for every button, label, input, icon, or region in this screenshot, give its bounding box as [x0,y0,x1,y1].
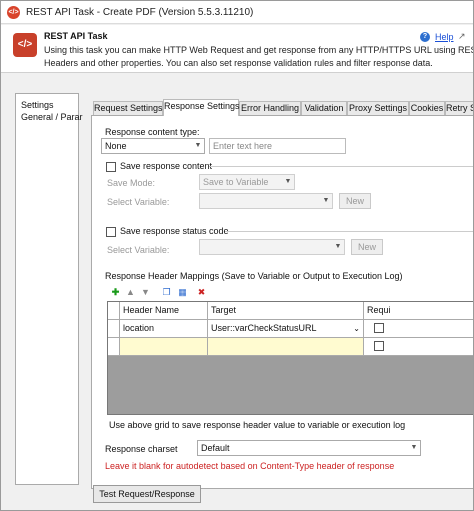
help-link[interactable]: Help [435,32,454,42]
test-request-button[interactable]: Test Request/Response [93,485,201,503]
grid-cell-header-name-new[interactable] [120,338,208,356]
required-checkbox[interactable] [374,323,384,333]
charset-hint: Leave it blank for autodetect based on C… [105,461,395,471]
group-divider [209,166,473,167]
grid-cell-required [364,320,473,338]
tab-validation[interactable]: Validation [301,101,347,115]
save-mode-value: Save to Variable [203,177,269,187]
rest-api-icon: </> [13,33,37,57]
content-type-label: Response content type: [105,127,200,137]
tab-error-handling[interactable]: Error Handling [239,101,301,115]
charset-value: Default [201,443,230,453]
new-status-variable-button[interactable]: New [351,239,383,255]
chevron-down-icon: ⌄ [353,324,360,333]
charset-label: Response charset [105,444,178,454]
tab-cookies[interactable]: Cookies [409,101,445,115]
header-mappings-label: Response Header Mappings (Save to Variab… [105,271,403,281]
grid-corner [108,302,120,320]
chevron-down-icon: ▼ [322,197,330,204]
charset-select[interactable]: Default ▼ [197,440,421,456]
save-status-code-label: Save response status code [120,226,229,236]
window-title: REST API Task - Create PDF (Version 5.5.… [26,7,254,18]
row-selector[interactable] [108,338,120,356]
target-value: User::varCheckStatusURL [211,323,317,333]
grid-cell-target-new[interactable] [208,338,364,356]
chevron-down-icon: ▼ [284,178,292,185]
required-checkbox[interactable] [374,341,384,351]
column-required[interactable]: Requi [364,302,473,320]
chevron-down-icon: ▼ [410,444,418,451]
content-type-select[interactable]: None ▼ [101,138,205,154]
select-variable-label-2: Select Variable: [107,245,170,255]
tab-retry-settings[interactable]: Retry S [445,101,473,115]
task-title: REST API Task [44,31,108,41]
delete-row-icon[interactable]: ✖ [196,287,207,298]
app-icon: </> [7,6,20,19]
copy-icon[interactable]: ❐ [161,287,172,298]
add-row-icon[interactable]: ✚ [110,287,121,298]
nav-item-settings[interactable]: Settings [16,94,78,111]
grid-note: Use above grid to save response header v… [109,420,406,430]
task-description-line-2: Headers and other properties. You can al… [44,58,433,68]
left-nav-panel: Settings General / Parar [15,93,83,485]
select-variable-dropdown[interactable]: ▼ [199,193,333,209]
select-variable-label: Select Variable: [107,197,170,207]
move-up-icon[interactable]: ▲ [125,287,136,298]
status-variable-dropdown[interactable]: ▼ [199,239,345,255]
chevron-down-icon: ▼ [334,243,342,250]
header-mappings-grid: Header Name Target Requi location User::… [107,301,473,415]
tab-request-settings[interactable]: Request Settings [93,101,163,115]
paste-icon[interactable]: ▦ [177,287,188,298]
grid-cell-header-name[interactable]: location [120,320,208,338]
tab-strip: Request Settings Response Settings Error… [91,99,473,116]
column-header-name[interactable]: Header Name [120,302,208,320]
grid-cell-target[interactable]: User::varCheckStatusURL ⌄ [208,320,364,338]
tab-proxy-settings[interactable]: Proxy Settings [347,101,409,115]
help-icon[interactable]: ? [420,32,430,42]
tab-response-settings[interactable]: Response Settings [163,99,240,116]
title-bar: </> REST API Task - Create PDF (Version … [1,1,473,24]
group-divider [225,231,473,232]
save-mode-select[interactable]: Save to Variable ▼ [199,174,295,190]
save-response-content-label: Save response content [120,161,213,171]
column-target[interactable]: Target [208,302,364,320]
new-variable-button[interactable]: New [339,193,371,209]
task-description-line-1: Using this task you can make HTTP Web Re… [44,45,474,55]
task-window: </> REST API Task - Create PDF (Version … [0,0,474,511]
grid-cell-required-new [364,338,473,356]
task-header: </> REST API Task Using this task you ca… [1,25,474,73]
save-status-code-checkbox[interactable] [106,227,116,237]
row-selector[interactable] [108,320,120,338]
save-response-content-checkbox[interactable] [106,162,116,172]
nav-item-general-parameters[interactable]: General / Parar [16,111,83,123]
content-type-value: None [105,141,127,151]
save-mode-label: Save Mode: [107,178,156,188]
content-type-text-input[interactable]: Enter text here [209,138,346,154]
move-down-icon[interactable]: ▼ [140,287,151,298]
expand-arrow-icon[interactable]: ↗ [458,31,466,42]
chevron-down-icon: ▼ [194,142,202,149]
